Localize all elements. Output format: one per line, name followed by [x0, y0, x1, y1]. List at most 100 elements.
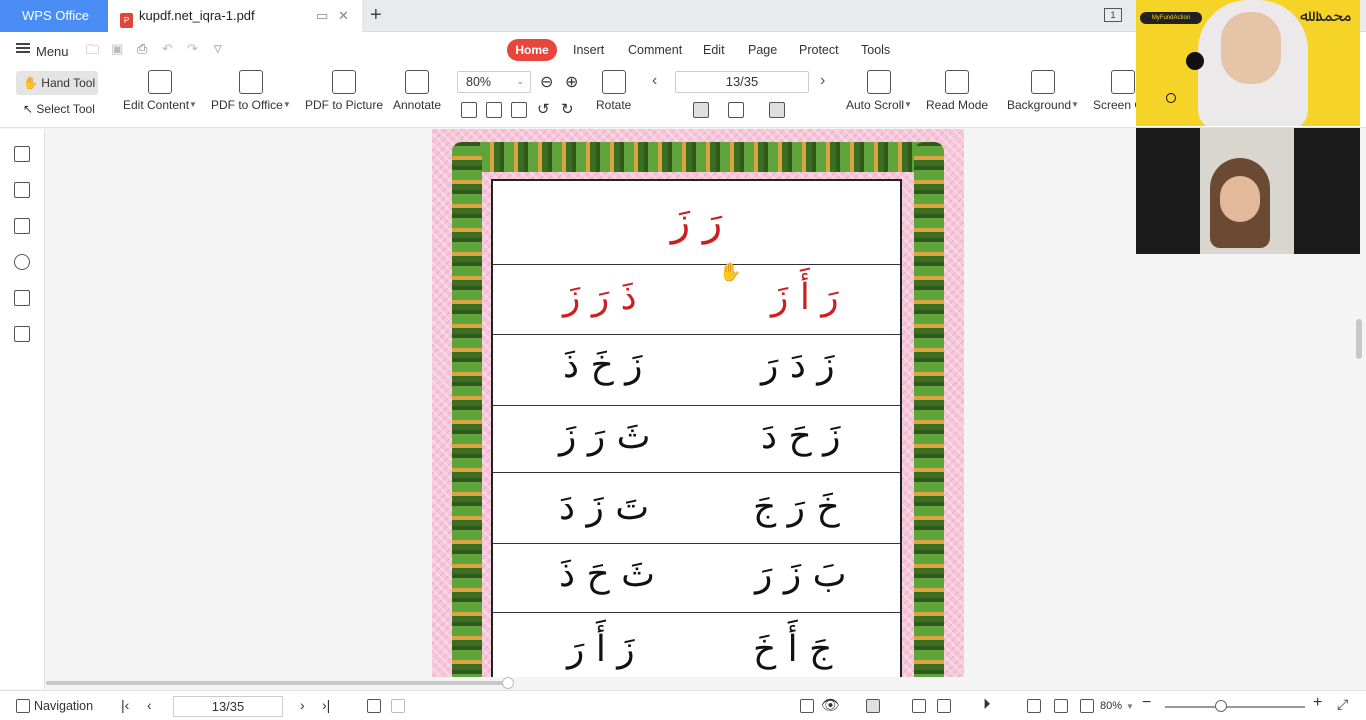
zoom-slider-knob[interactable]: [1215, 700, 1227, 712]
pdf-to-picture-icon: [332, 70, 357, 94]
border-vine-top: [452, 142, 944, 172]
pdf-to-office-button[interactable]: PDF to Office▼: [211, 70, 291, 112]
print-icon[interactable]: ⎙: [137, 41, 147, 57]
continuous-view-icon[interactable]: [866, 699, 880, 713]
table-row: ثَ رَ زَ زَ حَ دَ: [493, 406, 900, 473]
vertical-scroll-thumb[interactable]: [1356, 319, 1362, 359]
fit-page-status-icon[interactable]: [1054, 699, 1068, 713]
fit-width-icon[interactable]: [511, 102, 527, 118]
tab-home[interactable]: Home: [507, 39, 557, 61]
table-row: زَ أَ رَ جَ أَ خَ: [493, 613, 900, 677]
tab-insert[interactable]: Insert: [573, 43, 604, 57]
screen-grab-label: Screen G: [1093, 98, 1137, 112]
tab-comment[interactable]: Comment: [628, 43, 682, 57]
arabic-cell-left: ثَ رَ زَ: [559, 416, 651, 457]
tab-tools[interactable]: Tools: [861, 43, 890, 57]
decorative-circle: [1166, 93, 1176, 103]
horizontal-scroll-track[interactable]: [46, 681, 506, 685]
zoom-out-icon[interactable]: ⊖: [540, 72, 553, 92]
select-tool-button[interactable]: ↖ Select Tool: [23, 102, 95, 116]
attachment-icon[interactable]: [14, 254, 30, 270]
status-page-input[interactable]: 13/35: [173, 696, 283, 717]
status-zoom-value[interactable]: 80%: [1100, 700, 1122, 712]
single-page-icon[interactable]: [693, 102, 709, 118]
save-icon[interactable]: ▣: [111, 41, 123, 57]
undo-icon[interactable]: ↶: [162, 41, 173, 57]
fit-width-status-icon[interactable]: [1080, 699, 1094, 713]
tab-wps-office[interactable]: WPS Office: [0, 0, 108, 32]
pdf-to-office-icon: [238, 70, 263, 94]
zoom-dropdown-icon[interactable]: ▼: [1126, 702, 1134, 711]
previous-page-icon[interactable]: ‹: [652, 72, 657, 90]
annotate-label: Annotate: [393, 98, 442, 112]
navigation-label[interactable]: Navigation: [34, 699, 93, 713]
tab-wps-label: WPS Office: [22, 8, 89, 23]
page-number-input[interactable]: 13/35: [675, 71, 809, 93]
menu-button[interactable]: Menu: [16, 41, 69, 59]
rotate-button[interactable]: Rotate: [596, 70, 631, 112]
play-icon[interactable]: ⏵: [983, 696, 991, 713]
zoom-select[interactable]: 80% ⌄: [457, 71, 531, 93]
pdf-to-picture-button[interactable]: PDF to Picture: [305, 70, 383, 112]
myfundaction-badge: MyFundAction: [1140, 12, 1202, 24]
table-row: تَ زَ دَ خَ رَ جَ: [493, 473, 900, 544]
hand-tool-label: Hand Tool: [41, 76, 96, 90]
first-page-icon[interactable]: |‹: [121, 697, 129, 713]
comment-icon[interactable]: [14, 218, 30, 234]
horizontal-scrollbar[interactable]: [46, 677, 1351, 689]
annotate-button[interactable]: Annotate: [393, 70, 441, 112]
read-mode-button[interactable]: Read Mode: [926, 70, 988, 112]
dual-view-icon[interactable]: [937, 699, 951, 713]
navigation-panel-icon[interactable]: [16, 699, 30, 713]
tab-document[interactable]: Pkupdf.net_iqra-1.pdf ▭ ✕: [108, 0, 362, 32]
zoom-slider[interactable]: [1165, 700, 1305, 712]
last-page-icon[interactable]: ›|: [322, 697, 330, 713]
edit-content-button[interactable]: Edit Content▼: [123, 70, 197, 112]
screen-grab-button[interactable]: Screen G: [1093, 70, 1137, 112]
back-icon[interactable]: [367, 699, 381, 713]
auto-scroll-button[interactable]: Auto Scroll▼: [846, 70, 912, 112]
hand-tool-button[interactable]: ✋ Hand Tool: [16, 71, 98, 95]
rotate-left-icon[interactable]: ↺: [537, 100, 550, 118]
cursor-icon: ↖: [23, 102, 34, 116]
prev-page-icon[interactable]: ‹: [147, 697, 152, 713]
export-icon[interactable]: [800, 699, 814, 713]
tab-edit[interactable]: Edit: [703, 43, 725, 57]
single-view-icon[interactable]: [912, 699, 926, 713]
double-page-icon[interactable]: [728, 102, 744, 118]
thumbnail-icon[interactable]: [14, 182, 30, 198]
annotate-icon: [405, 70, 430, 94]
close-tab-icon[interactable]: ✕: [338, 8, 349, 24]
background-button[interactable]: Background▼: [1007, 70, 1079, 112]
next-page-icon[interactable]: ›: [820, 72, 825, 90]
customize-arrow-icon[interactable]: ▽: [214, 44, 222, 55]
horizontal-scroll-thumb[interactable]: [502, 677, 514, 689]
actual-size-status-icon[interactable]: [1027, 699, 1041, 713]
fit-page-icon[interactable]: [486, 102, 502, 118]
bookmark-icon[interactable]: [14, 146, 30, 162]
zoom-in-icon[interactable]: ⊕: [565, 72, 578, 92]
student-face: [1220, 176, 1260, 222]
video-thumbnail-student[interactable]: [1136, 128, 1360, 254]
fullscreen-icon[interactable]: ⤢: [1337, 696, 1348, 713]
tab-protect[interactable]: Protect: [799, 43, 839, 57]
border-vine-right: [914, 142, 944, 677]
float-window-icon[interactable]: ▭: [316, 8, 328, 24]
signature-icon[interactable]: [14, 290, 30, 306]
redo-icon[interactable]: ↷: [187, 41, 198, 57]
forward-icon[interactable]: [391, 699, 405, 713]
arabic-cell-left: تَ زَ دَ: [559, 487, 650, 528]
window-count-badge[interactable]: 1: [1104, 8, 1122, 22]
tab-page[interactable]: Page: [748, 43, 777, 57]
zoom-out-status-icon[interactable]: −: [1142, 694, 1151, 712]
zoom-in-status-icon[interactable]: +: [1313, 694, 1322, 712]
open-folder-icon[interactable]: 🗀: [86, 41, 99, 63]
next-page-icon[interactable]: ›: [300, 697, 305, 713]
new-tab-button[interactable]: +: [370, 4, 382, 27]
continuous-scroll-icon[interactable]: [769, 102, 785, 118]
eye-protect-icon[interactable]: 👁: [821, 696, 840, 714]
rotate-right-icon[interactable]: ↻: [561, 100, 574, 118]
actual-size-icon[interactable]: [461, 102, 477, 118]
video-thumbnail-teacher[interactable]: MyFundAction محمد ﷲ: [1136, 0, 1360, 126]
search-document-icon[interactable]: [14, 326, 30, 342]
